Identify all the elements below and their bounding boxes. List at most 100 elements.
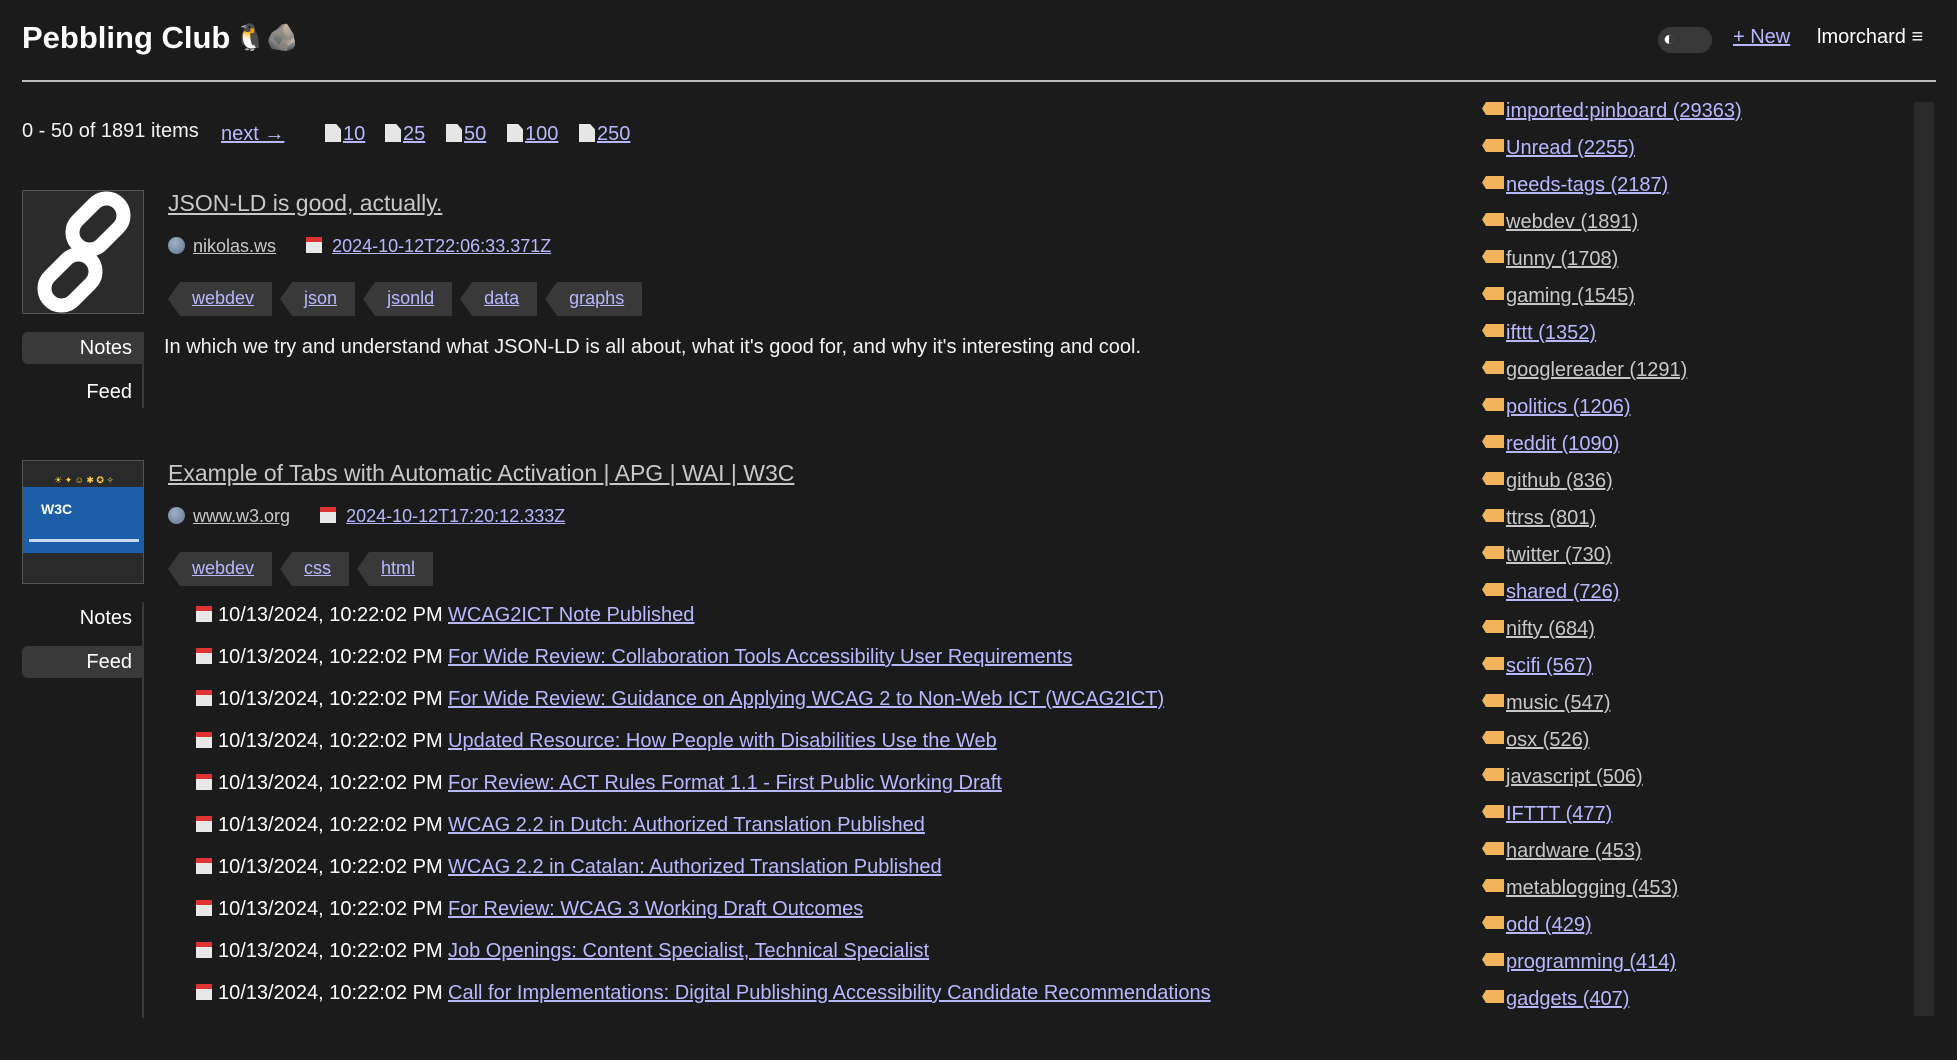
sidebar-tag-link[interactable]: needs-tags (2187) bbox=[1506, 174, 1668, 196]
calendar-icon bbox=[306, 237, 323, 253]
tab-feed[interactable]: Feed bbox=[22, 376, 142, 408]
bookmark-title-link[interactable]: Example of Tabs with Automatic Activatio… bbox=[168, 460, 794, 487]
sidebar-tag: gaming (1545) bbox=[1482, 285, 1635, 308]
theme-toggle[interactable]: ◐ bbox=[1658, 27, 1712, 53]
feed-entry: 10/13/2024, 10:22:02 PM For Review: ACT R… bbox=[196, 772, 1002, 806]
label-tag-icon bbox=[1482, 546, 1504, 559]
limit-10[interactable]: 10 bbox=[325, 123, 365, 146]
tag-json[interactable]: json bbox=[280, 282, 356, 316]
tag-jsonld[interactable]: jsonld bbox=[363, 282, 453, 316]
sidebar-tag-link[interactable]: ttrss (801) bbox=[1506, 507, 1596, 529]
label-tag-icon bbox=[1482, 435, 1504, 448]
sidebar-tag-link[interactable]: scifi (567) bbox=[1506, 655, 1593, 677]
sidebar-tag-link[interactable]: webdev (1891) bbox=[1506, 211, 1638, 233]
w3c-thumbnail[interactable]: ☀ ✦ ☺ ✱ ✪ ✧ W3C bbox=[22, 460, 144, 584]
feed-entry-link[interactable]: Updated Resource: How People with Disabi… bbox=[448, 730, 997, 752]
feed-entry-link[interactable]: WCAG 2.2 in Dutch: Authorized Translatio… bbox=[448, 814, 925, 836]
tag-html[interactable]: html bbox=[357, 552, 434, 586]
sidebar-tag: IFTTT (477) bbox=[1482, 803, 1612, 826]
sidebar-tag: nifty (684) bbox=[1482, 618, 1595, 641]
feed-entry-link[interactable]: For Wide Review: Guidance on Applying WC… bbox=[448, 688, 1164, 710]
feed-entry-link[interactable]: For Wide Review: Collaboration Tools Acc… bbox=[448, 646, 1072, 668]
sidebar-tag-link[interactable]: gaming (1545) bbox=[1506, 285, 1635, 307]
sidebar-tag-link[interactable]: music (547) bbox=[1506, 692, 1610, 714]
sidebar-tag-link[interactable]: Unread (2255) bbox=[1506, 137, 1635, 159]
label-tag-icon bbox=[1482, 694, 1504, 707]
sidebar-tag: javascript (506) bbox=[1482, 766, 1643, 789]
sidebar-tag-link[interactable]: nifty (684) bbox=[1506, 618, 1595, 640]
sidebar-tag-link[interactable]: imported:pinboard (29363) bbox=[1506, 100, 1742, 122]
tag-webdev[interactable]: webdev bbox=[168, 552, 273, 586]
sidebar-tag-link[interactable]: twitter (730) bbox=[1506, 544, 1612, 566]
sidebar-tag-link[interactable]: odd (429) bbox=[1506, 914, 1592, 936]
bookmark-title-link[interactable]: JSON-LD is good, actually. bbox=[168, 190, 442, 217]
feed-date-text: 10/13/2024, 10:22:02 PM bbox=[218, 604, 443, 626]
feed-entry-link[interactable]: WCAG2ICT Note Published bbox=[448, 604, 694, 626]
sidebar-tag-link[interactable]: googlereader (1291) bbox=[1506, 359, 1687, 381]
sidebar-tag-link[interactable]: osx (526) bbox=[1506, 729, 1589, 751]
feed-entry-link[interactable]: WCAG 2.2 in Catalan: Authorized Translat… bbox=[448, 856, 942, 878]
feed-entry-link[interactable]: For Review: ACT Rules Format 1.1 - First… bbox=[448, 772, 1002, 794]
sidebar-tag: googlereader (1291) bbox=[1482, 359, 1687, 382]
tag-list: webdev json jsonld data graphs bbox=[168, 282, 650, 316]
tab-divider bbox=[142, 332, 144, 408]
tag-webdev[interactable]: webdev bbox=[168, 282, 273, 316]
sidebar-tag-link[interactable]: reddit (1090) bbox=[1506, 433, 1619, 455]
sidebar-tag: programming (414) bbox=[1482, 951, 1676, 974]
label-tag-icon bbox=[1482, 916, 1504, 929]
limit-50[interactable]: 50 bbox=[446, 123, 486, 146]
sidebar-tag-link[interactable]: programming (414) bbox=[1506, 951, 1676, 973]
limit-link[interactable]: 10 bbox=[343, 123, 365, 145]
sidebar-tag-link[interactable]: IFTTT (477) bbox=[1506, 803, 1612, 825]
feed-entry-link[interactable]: For Review: WCAG 3 Working Draft Outcome… bbox=[448, 898, 863, 920]
feed-date-text: 10/13/2024, 10:22:02 PM bbox=[218, 940, 443, 962]
sidebar-tag-link[interactable]: gadgets (407) bbox=[1506, 988, 1629, 1010]
calendar-icon bbox=[196, 984, 212, 1000]
site-title[interactable]: Pebbling Club bbox=[22, 20, 230, 56]
tab-divider bbox=[142, 602, 144, 1018]
sidebar-scrollbar[interactable] bbox=[1914, 102, 1934, 1016]
tag-css[interactable]: css bbox=[280, 552, 350, 586]
tab-notes[interactable]: Notes bbox=[22, 602, 142, 634]
feed-entry-link[interactable]: Job Openings: Content Specialist, Techni… bbox=[448, 940, 929, 962]
feed-entry-date: 10/13/2024, 10:22:02 PM bbox=[196, 646, 448, 669]
link-thumbnail[interactable] bbox=[22, 190, 144, 314]
feed-entry: 10/13/2024, 10:22:02 PM Job Openings: Con… bbox=[196, 940, 929, 974]
limit-link[interactable]: 250 bbox=[597, 123, 630, 145]
sidebar-tag-link[interactable]: funny (1708) bbox=[1506, 248, 1618, 270]
tag-graphs[interactable]: graphs bbox=[545, 282, 643, 316]
sidebar-tag-link[interactable]: shared (726) bbox=[1506, 581, 1619, 603]
feed-entry-date: 10/13/2024, 10:22:02 PM bbox=[196, 982, 448, 1005]
sidebar-tag-link[interactable]: politics (1206) bbox=[1506, 396, 1631, 418]
sidebar-tag-link[interactable]: hardware (453) bbox=[1506, 840, 1642, 862]
username: lmorchard bbox=[1817, 26, 1906, 48]
limit-25[interactable]: 25 bbox=[385, 123, 425, 146]
tag-data[interactable]: data bbox=[460, 282, 538, 316]
feed-entry-link[interactable]: Call for Implementations: Digital Publis… bbox=[448, 982, 1211, 1004]
sidebar-tag-link[interactable]: metablogging (453) bbox=[1506, 877, 1678, 899]
sidebar-tag-link[interactable]: ifttt (1352) bbox=[1506, 322, 1596, 344]
tab-feed[interactable]: Feed bbox=[22, 646, 142, 678]
w3c-logo-text: W3C bbox=[41, 501, 73, 517]
sidebar-tag-link[interactable]: github (836) bbox=[1506, 470, 1613, 492]
date-link[interactable]: 2024-10-12T22:06:33.371Z bbox=[332, 236, 551, 256]
limit-link[interactable]: 50 bbox=[464, 123, 486, 145]
label-tag-icon bbox=[1482, 620, 1504, 633]
limit-link[interactable]: 100 bbox=[525, 123, 558, 145]
sidebar-tag-link[interactable]: javascript (506) bbox=[1506, 766, 1643, 788]
limit-250[interactable]: 250 bbox=[579, 123, 630, 146]
limit-link[interactable]: 25 bbox=[403, 123, 425, 145]
limit-100[interactable]: 100 bbox=[507, 123, 558, 146]
next-page-link[interactable]: next → bbox=[221, 123, 284, 146]
site-link[interactable]: nikolas.ws bbox=[193, 236, 276, 256]
sidebar-tag: osx (526) bbox=[1482, 729, 1589, 752]
feed-date-text: 10/13/2024, 10:22:02 PM bbox=[218, 814, 443, 836]
label-tag-icon bbox=[1482, 324, 1504, 337]
date-link[interactable]: 2024-10-12T17:20:12.333Z bbox=[346, 506, 565, 526]
bookmark-description: In which we try and understand what JSON… bbox=[164, 336, 1142, 358]
new-bookmark-link[interactable]: + New bbox=[1733, 26, 1790, 49]
feed-date-text: 10/13/2024, 10:22:02 PM bbox=[218, 898, 443, 920]
user-menu[interactable]: lmorchard ≡ bbox=[1817, 26, 1923, 49]
site-link[interactable]: www.w3.org bbox=[193, 506, 290, 526]
tab-notes[interactable]: Notes bbox=[22, 332, 142, 364]
